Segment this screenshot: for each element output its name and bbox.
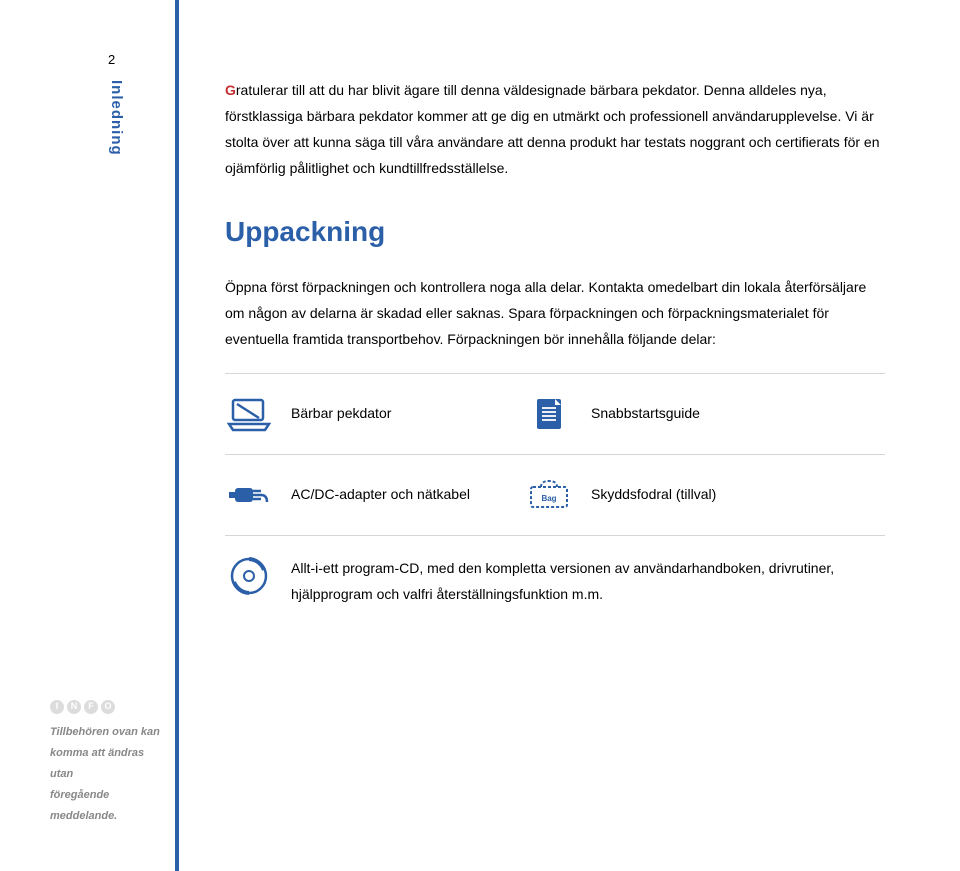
item-label: Bärbar pekdator bbox=[291, 401, 391, 427]
main-content: Gratulerar till att du har blivit ägare … bbox=[225, 78, 885, 628]
item-cell: Snabbstartsguide bbox=[525, 394, 885, 434]
info-line: föregående meddelande. bbox=[50, 785, 170, 827]
item-cell: Bag Skyddsfodral (tillval) bbox=[525, 475, 885, 515]
item-cell: AC/DC-adapter och nätkabel bbox=[225, 475, 525, 515]
cd-icon bbox=[225, 556, 273, 596]
items-list: Bärbar pekdator Snabbstartsguide bbox=[225, 373, 885, 628]
section-body: Öppna först förpackningen och kontroller… bbox=[225, 275, 885, 353]
intro-paragraph: Gratulerar till att du har blivit ägare … bbox=[225, 78, 885, 182]
info-line: Tillbehören ovan kan bbox=[50, 722, 170, 743]
info-line: komma att ändras utan bbox=[50, 743, 170, 785]
info-note: I N F O Tillbehören ovan kan komma att ä… bbox=[50, 700, 170, 826]
item-row: Bärbar pekdator Snabbstartsguide bbox=[225, 374, 885, 454]
sidebar-heading: Inledning bbox=[108, 80, 125, 156]
section-title: Uppackning bbox=[225, 206, 885, 258]
item-label: Snabbstartsguide bbox=[591, 401, 700, 427]
item-label: Allt-i-ett program-CD, med den kompletta… bbox=[291, 556, 885, 608]
item-row: Allt-i-ett program-CD, med den kompletta… bbox=[225, 536, 885, 628]
bag-icon: Bag bbox=[525, 475, 573, 515]
item-label: AC/DC-adapter och nätkabel bbox=[291, 482, 470, 508]
drop-cap: G bbox=[225, 82, 236, 98]
laptop-icon bbox=[225, 394, 273, 434]
power-adapter-icon bbox=[225, 475, 273, 515]
item-row: AC/DC-adapter och nätkabel Bag Skyddsfod… bbox=[225, 455, 885, 535]
svg-text:Bag: Bag bbox=[541, 494, 556, 503]
vertical-rule bbox=[175, 0, 179, 871]
document-icon bbox=[525, 394, 573, 434]
item-cell: Bärbar pekdator bbox=[225, 394, 525, 434]
item-label: Skyddsfodral (tillval) bbox=[591, 482, 716, 508]
info-icon: I N F O bbox=[50, 700, 170, 714]
page-number: 2 bbox=[108, 52, 115, 67]
intro-text: ratulerar till att du har blivit ägare t… bbox=[225, 82, 880, 176]
